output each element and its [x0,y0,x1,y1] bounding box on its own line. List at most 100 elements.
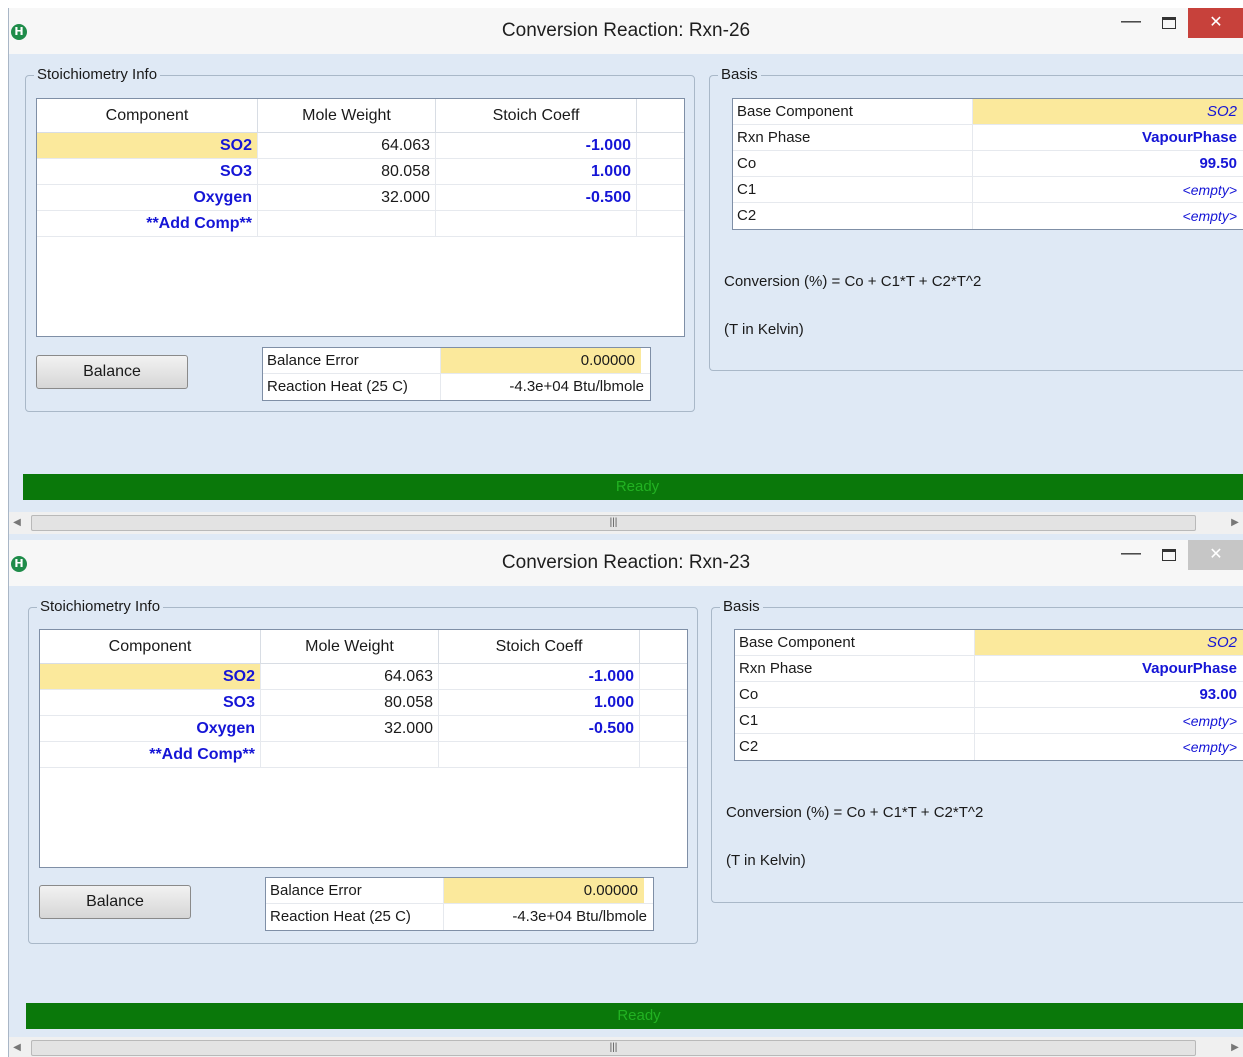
stoich-coeff-cell[interactable]: -1.000 [439,664,640,689]
co-value[interactable]: 93.00 [975,682,1243,707]
window-title: Conversion Reaction: Rxn-23 [501,552,751,573]
window-frame: H Conversion Reaction: Rxn-26 — ✕ Stoich… [8,8,1243,540]
c1-label: C1 [733,177,973,202]
table-row: Oxygen 32.000 -0.500 [40,716,687,742]
stoich-coeff-cell[interactable]: 1.000 [436,159,637,184]
stoichiometry-label: Stoichiometry Info [34,66,161,84]
scroll-thumb[interactable]: ||| [31,1040,1196,1056]
basis-table: Base Component SO2 Rxn Phase VapourPhase… [732,98,1243,230]
c2-label: C2 [733,203,973,229]
stoich-coeff-cell[interactable] [439,742,640,767]
title-bar[interactable]: H Conversion Reaction: Rxn-26 — ✕ [9,8,1243,54]
rxn-phase-value[interactable]: VapourPhase [975,656,1243,681]
component-cell[interactable]: SO3 [40,690,261,715]
close-icon[interactable]: ✕ [1188,540,1243,570]
column-header-mole-weight[interactable]: Mole Weight [258,99,436,132]
component-cell[interactable]: SO2 [40,664,261,689]
add-component-cell[interactable]: **Add Comp** [40,742,261,767]
horizontal-scrollbar[interactable]: ◀ ||| ▶ [9,1037,1243,1057]
rxn-phase-row: Rxn Phase VapourPhase [733,125,1243,151]
blank-cell [640,716,686,741]
title-bar[interactable]: H Conversion Reaction: Rxn-23 — ✕ [9,540,1243,586]
stoich-coeff-cell[interactable] [436,211,637,236]
balance-button[interactable]: Balance [36,355,188,389]
balance-error-label: Balance Error [266,878,444,903]
c2-label: C2 [735,734,975,760]
base-component-value[interactable]: SO2 [973,99,1243,124]
column-header-stoich-coeff[interactable]: Stoich Coeff [439,630,640,663]
stoichiometry-label: Stoichiometry Info [37,598,164,616]
c2-value[interactable]: <empty> [973,203,1243,229]
column-header-component[interactable]: Component [40,630,261,663]
mole-weight-cell: 64.063 [258,133,436,158]
column-header-mole-weight[interactable]: Mole Weight [261,630,439,663]
table-row: Oxygen 32.000 -0.500 [37,185,684,211]
temperature-note: (T in Kelvin) [726,852,806,869]
stoich-coeff-cell[interactable]: -0.500 [436,185,637,210]
mole-weight-cell: 80.058 [261,690,439,715]
base-component-row: Base Component SO2 [735,630,1243,656]
scroll-left-icon[interactable]: ◀ [9,514,25,532]
c2-value[interactable]: <empty> [975,734,1243,760]
component-cell[interactable]: Oxygen [40,716,261,741]
rxn-phase-label: Rxn Phase [735,656,975,681]
balance-error-row: Balance Error 0.00000 [263,348,650,374]
co-label: Co [735,682,975,707]
minimize-icon[interactable]: — [1116,540,1146,572]
blank-cell [637,185,683,210]
stoich-coeff-cell[interactable]: 1.000 [439,690,640,715]
base-component-label: Base Component [733,99,973,124]
base-component-label: Base Component [735,630,975,655]
table-row: SO2 64.063 -1.000 [37,133,684,159]
rxn-phase-value[interactable]: VapourPhase [973,125,1243,150]
rxn-phase-label: Rxn Phase [733,125,973,150]
column-header-blank [637,99,683,132]
conversion-formula: Conversion (%) = Co + C1*T + C2*T^2 [724,273,982,290]
c1-value[interactable]: <empty> [973,177,1243,202]
reaction-heat-label: Reaction Heat (25 C) [266,904,444,930]
co-row: Co 93.00 [735,682,1243,708]
minimize-icon[interactable]: — [1116,8,1146,40]
stoich-coeff-cell[interactable]: -1.000 [436,133,637,158]
co-value[interactable]: 99.50 [973,151,1243,176]
rxn-phase-row: Rxn Phase VapourPhase [735,656,1243,682]
temperature-note: (T in Kelvin) [724,321,804,338]
component-cell[interactable]: SO3 [37,159,258,184]
blank-cell [640,664,686,689]
co-row: Co 99.50 [733,151,1243,177]
status-bar: Ready [23,474,1243,500]
reaction-heat-row: Reaction Heat (25 C) -4.3e+04 Btu/lbmole [266,904,653,930]
balance-info-table: Balance Error 0.00000 Reaction Heat (25 … [262,347,651,401]
base-component-value[interactable]: SO2 [975,630,1243,655]
base-component-row: Base Component SO2 [733,99,1243,125]
mole-weight-cell: 32.000 [261,716,439,741]
blank-cell [637,133,683,158]
reaction-heat-value: -4.3e+04 Btu/lbmole [512,908,647,925]
balance-button[interactable]: Balance [39,885,191,919]
close-icon[interactable]: ✕ [1188,8,1243,38]
add-component-cell[interactable]: **Add Comp** [37,211,258,236]
scroll-right-icon[interactable]: ▶ [1227,1039,1243,1057]
c2-row: C2 <empty> [733,203,1243,229]
column-header-component[interactable]: Component [37,99,258,132]
column-header-stoich-coeff[interactable]: Stoich Coeff [436,99,637,132]
maximize-icon[interactable] [1154,540,1184,572]
c1-value[interactable]: <empty> [975,708,1243,733]
scroll-right-icon[interactable]: ▶ [1227,514,1243,532]
blank-cell [640,690,686,715]
grip-icon: ||| [609,1042,618,1053]
stoich-coeff-cell[interactable]: -0.500 [439,716,640,741]
maximize-icon[interactable] [1154,8,1184,40]
basis-label: Basis [720,598,763,616]
grip-icon: ||| [609,517,618,528]
basis-table: Base Component SO2 Rxn Phase VapourPhase… [734,629,1243,761]
column-header-blank [640,630,686,663]
component-cell[interactable]: SO2 [37,133,258,158]
stoichiometry-grid: Component Mole Weight Stoich Coeff SO2 6… [39,629,688,868]
horizontal-scrollbar[interactable]: ◀ ||| ▶ [9,512,1243,534]
component-cell[interactable]: Oxygen [37,185,258,210]
scroll-thumb[interactable]: ||| [31,515,1196,531]
co-label: Co [733,151,973,176]
scroll-left-icon[interactable]: ◀ [9,1039,25,1057]
table-row: **Add Comp** [37,211,684,237]
